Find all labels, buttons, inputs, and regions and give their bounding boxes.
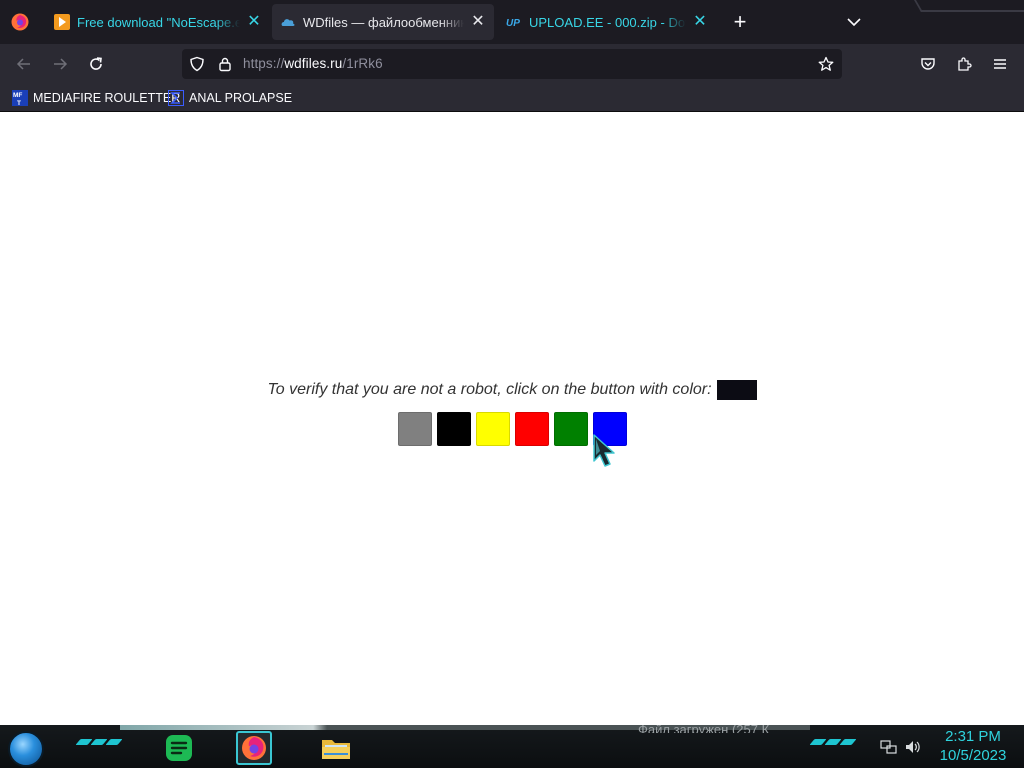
upload-ee-icon: UP (506, 14, 522, 30)
captcha-prompt: To verify that you are not a robot, clic… (267, 381, 712, 398)
tab-title: WDfiles — файлообменник бе (303, 14, 464, 30)
reload-button[interactable] (84, 52, 108, 76)
svg-text:MF: MF (13, 92, 22, 99)
tab-upload-ee[interactable]: UP UPLOAD.EE - 000.zip - Downloa ✕ (498, 4, 716, 40)
volume-icon[interactable] (904, 739, 922, 755)
color-button-red[interactable] (515, 412, 549, 446)
pocket-button[interactable] (916, 52, 940, 76)
bookmark-mediafire-rouletter[interactable]: MF T MEDIAFIRE ROULETTER (12, 89, 180, 107)
shield-icon[interactable] (189, 56, 205, 72)
svg-text:UP: UP (506, 18, 520, 29)
close-tab-icon[interactable]: ✕ (692, 14, 708, 30)
bookmark-label: MEDIAFIRE ROULETTER (33, 91, 181, 105)
mouse-cursor-icon (593, 434, 615, 467)
pocket-icon (921, 58, 935, 70)
target-color-swatch (716, 380, 757, 400)
url-scheme: https:// (243, 56, 285, 71)
background-notification-text: Файл загружен (257 К (638, 725, 770, 733)
taskbar-app-firefox[interactable] (236, 731, 272, 765)
close-tab-icon[interactable]: ✕ (470, 14, 486, 30)
sigma-icon (168, 90, 184, 106)
arrow-right-icon (54, 58, 68, 70)
url-text[interactable]: https://wdfiles.ru/1rRk6 (243, 56, 383, 71)
list-all-tabs-button[interactable] (843, 10, 865, 34)
lock-icon[interactable] (217, 56, 233, 72)
cloud-folder-icon (280, 14, 296, 30)
color-button-yellow[interactable] (476, 412, 510, 446)
bookmarks-toolbar: MF T MEDIAFIRE ROULETTER ANAL PROLAPSE (0, 84, 1024, 112)
titlebar-decoration (914, 0, 1024, 12)
clock-time: 2:31 PM (945, 728, 1001, 745)
color-button-gray[interactable] (398, 412, 432, 446)
tab-bar: Free download "NoEscape.exe" - ✕ WDfiles… (0, 0, 1024, 44)
mediafire-roulette-icon: MF T (12, 90, 28, 106)
folder-icon (322, 740, 350, 759)
back-button[interactable] (12, 52, 36, 76)
new-tab-button[interactable]: + (728, 9, 752, 34)
firefox-icon (11, 13, 29, 31)
color-button-green[interactable] (554, 412, 588, 446)
puzzle-icon (958, 57, 972, 71)
taskbar-app-notes[interactable] (161, 731, 197, 765)
app-menu-button[interactable] (988, 52, 1012, 76)
start-orb-button[interactable] (8, 731, 44, 767)
tab-title: UPLOAD.EE - 000.zip - Downloa (529, 14, 686, 30)
tab-wdfiles[interactable]: WDfiles — файлообменник бе ✕ (272, 4, 494, 40)
svg-text:T: T (17, 100, 21, 106)
network-icon[interactable] (880, 739, 898, 755)
taskbar-decoration-left (75, 739, 123, 745)
address-bar[interactable]: https://wdfiles.ru/1rRk6 (182, 49, 842, 79)
download-play-icon (54, 14, 70, 30)
clock-date: 10/5/2023 (939, 747, 1007, 764)
taskbar: Файл загружен (257 К 2:31 PM 10/5/2023 (0, 725, 1024, 768)
tab-noescape-download[interactable]: Free download "NoEscape.exe" - ✕ (46, 4, 270, 40)
arrow-left-icon (16, 58, 30, 70)
taskbar-decoration-right (809, 739, 857, 745)
captcha-prompt-row: To verify that you are not a robot, clic… (0, 380, 1024, 400)
bookmark-star-icon[interactable] (818, 56, 834, 72)
forward-button[interactable] (48, 52, 72, 76)
color-button-black[interactable] (437, 412, 471, 446)
bookmark-label: ANAL PROLAPSE (189, 91, 293, 105)
reload-icon (90, 57, 102, 70)
taskbar-app-file-explorer[interactable] (318, 731, 354, 765)
url-host: wdfiles.ru (284, 56, 343, 71)
green-notes-icon (166, 735, 192, 761)
tab-title: Free download "NoEscape.exe" - (77, 14, 240, 30)
firefox-icon (242, 736, 266, 760)
navigation-toolbar: https://wdfiles.ru/1rRk6 (0, 44, 1024, 84)
close-tab-icon[interactable]: ✕ (246, 14, 262, 30)
bookmark-anal-prolapse[interactable]: ANAL PROLAPSE (168, 89, 292, 107)
firefox-view-button[interactable] (8, 10, 32, 34)
page-content: To verify that you are not a robot, clic… (0, 113, 1024, 725)
hamburger-menu-icon (994, 59, 1006, 69)
url-path: /1rRk6 (342, 56, 383, 71)
chevron-down-icon (847, 18, 861, 27)
extensions-button[interactable] (952, 52, 976, 76)
system-clock[interactable]: 2:31 PM 10/5/2023 (935, 727, 1011, 765)
